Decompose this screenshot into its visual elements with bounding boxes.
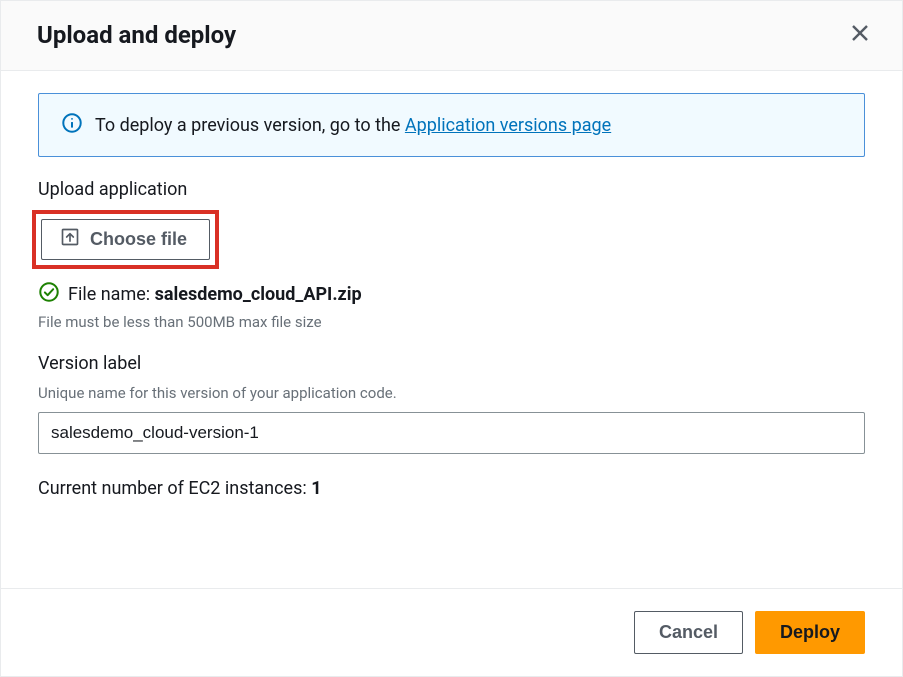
choose-file-label: Choose file xyxy=(90,229,187,250)
dialog-header: Upload and deploy xyxy=(1,1,902,71)
info-text-prefix: To deploy a previous version, go to the xyxy=(95,115,405,136)
deploy-button[interactable]: Deploy xyxy=(755,611,865,654)
file-name-row: File name: salesdemo_cloud_API.zip xyxy=(68,284,362,305)
upload-deploy-dialog: Upload and deploy To deploy a previous v… xyxy=(0,0,903,677)
success-check-icon xyxy=(38,281,60,307)
version-label-input[interactable] xyxy=(38,412,865,454)
close-icon xyxy=(850,23,870,46)
instances-count: 1 xyxy=(311,478,321,499)
file-constraint-hint: File must be less than 500MB max file si… xyxy=(38,313,865,331)
instances-label-prefix: Current number of EC2 instances: xyxy=(38,478,311,499)
info-banner: To deploy a previous version, go to the … xyxy=(38,93,865,157)
upload-section-label: Upload application xyxy=(38,179,865,200)
dialog-body: To deploy a previous version, go to the … xyxy=(1,71,902,588)
info-text: To deploy a previous version, go to the … xyxy=(95,115,611,136)
upload-icon xyxy=(60,227,80,252)
dialog-title: Upload and deploy xyxy=(37,21,236,49)
application-versions-link[interactable]: Application versions page xyxy=(405,115,611,136)
info-icon xyxy=(61,112,83,138)
choose-file-button[interactable]: Choose file xyxy=(41,219,210,260)
file-status-row: File name: salesdemo_cloud_API.zip xyxy=(38,281,865,307)
file-name: salesdemo_cloud_API.zip xyxy=(155,284,362,305)
version-label-hint: Unique name for this version of your app… xyxy=(38,384,865,402)
version-label-heading: Version label xyxy=(38,353,865,374)
instances-row: Current number of EC2 instances: 1 xyxy=(38,478,865,499)
choose-file-highlight: Choose file xyxy=(32,210,219,269)
file-label-prefix: File name: xyxy=(68,284,155,305)
close-button[interactable] xyxy=(846,19,874,50)
cancel-button[interactable]: Cancel xyxy=(634,611,743,654)
dialog-footer: Cancel Deploy xyxy=(1,588,902,676)
